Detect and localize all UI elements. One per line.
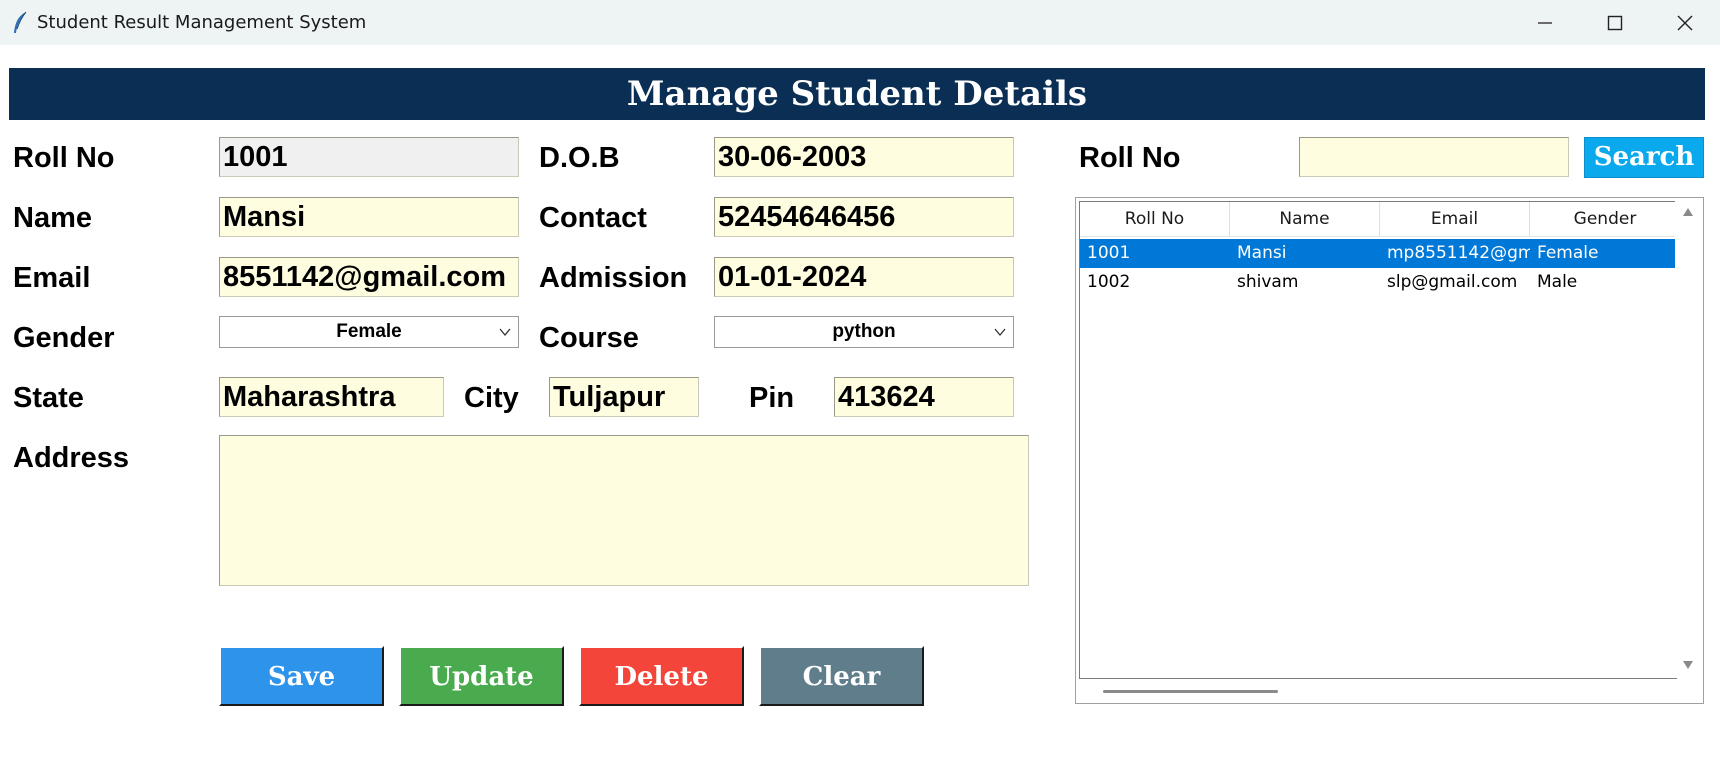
- minimize-icon: [1538, 21, 1552, 24]
- cell-email: slp@gmail.com: [1387, 272, 1518, 292]
- scroll-down-icon[interactable]: [1682, 660, 1694, 670]
- city-label: City: [464, 382, 519, 414]
- name-label: Name: [13, 202, 92, 234]
- student-table: Roll No Name Email Gender 1001 Mansi mp8…: [1079, 201, 1677, 679]
- course-select-value: python: [832, 321, 896, 342]
- gender-select-value: Female: [336, 321, 402, 342]
- table-header: Roll No Name Email Gender: [1080, 202, 1677, 237]
- scroll-up-icon[interactable]: [1682, 207, 1694, 217]
- contact-field[interactable]: 52454646456: [714, 197, 1014, 237]
- update-button[interactable]: Update: [399, 646, 564, 706]
- window-titlebar: Student Result Management System: [0, 0, 1720, 45]
- column-header-gender[interactable]: Gender: [1530, 202, 1677, 237]
- pin-field[interactable]: 413624: [834, 377, 1014, 417]
- column-header-name[interactable]: Name: [1230, 202, 1380, 237]
- city-field[interactable]: Tuljapur: [549, 377, 699, 417]
- maximize-button[interactable]: [1580, 0, 1650, 45]
- name-field[interactable]: Mansi: [219, 197, 519, 237]
- gender-select[interactable]: Female: [219, 316, 519, 348]
- cell-name: Mansi: [1237, 243, 1287, 263]
- email-label: Email: [13, 262, 91, 294]
- admission-field[interactable]: 01-01-2024: [714, 257, 1014, 297]
- chevron-down-icon: [994, 328, 1006, 337]
- table-row[interactable]: 1001 Mansi mp8551142@gmail.com Female: [1080, 239, 1677, 268]
- delete-button[interactable]: Delete: [579, 646, 744, 706]
- search-button[interactable]: Search: [1584, 137, 1704, 178]
- address-textarea[interactable]: [219, 435, 1029, 586]
- close-icon: [1677, 15, 1693, 30]
- close-button[interactable]: [1650, 0, 1720, 45]
- cell-email: mp8551142@gmail.com: [1387, 243, 1530, 263]
- minimize-button[interactable]: [1510, 0, 1580, 45]
- chevron-down-icon: [499, 328, 511, 337]
- clear-button[interactable]: Clear: [759, 646, 924, 706]
- column-header-email[interactable]: Email: [1380, 202, 1530, 237]
- column-header-rollno[interactable]: Roll No: [1080, 202, 1230, 237]
- state-field[interactable]: Maharashtra: [219, 377, 444, 417]
- cell-gender: Male: [1537, 272, 1578, 292]
- maximize-icon: [1607, 15, 1623, 30]
- search-rollno-label: Roll No: [1079, 142, 1181, 174]
- dob-field[interactable]: 30-06-2003: [714, 137, 1014, 177]
- admission-label: Admission: [539, 262, 688, 294]
- dob-label: D.O.B: [539, 142, 620, 174]
- horizontal-scrollbar[interactable]: [1078, 681, 1676, 701]
- save-button[interactable]: Save: [219, 646, 384, 706]
- page-title: Manage Student Details: [9, 68, 1705, 120]
- feather-icon: [14, 11, 27, 33]
- cell-name: shivam: [1237, 272, 1299, 292]
- course-label: Course: [539, 322, 639, 354]
- cell-rollno: 1001: [1087, 243, 1131, 263]
- horizontal-scroll-thumb[interactable]: [1103, 690, 1278, 693]
- contact-label: Contact: [539, 202, 647, 234]
- course-select[interactable]: python: [714, 316, 1014, 348]
- search-input[interactable]: [1299, 137, 1569, 177]
- vertical-scrollbar[interactable]: [1675, 200, 1701, 678]
- table-row[interactable]: 1002 shivam slp@gmail.com Male: [1080, 268, 1677, 297]
- cell-rollno: 1002: [1087, 272, 1131, 292]
- gender-label: Gender: [13, 322, 115, 354]
- cell-gender: Female: [1537, 243, 1599, 263]
- window-title: Student Result Management System: [37, 12, 367, 33]
- student-table-frame: Roll No Name Email Gender 1001 Mansi mp8…: [1075, 197, 1704, 704]
- email-field[interactable]: 8551142@gmail.com: [219, 257, 519, 297]
- rollno-label: Roll No: [13, 142, 115, 174]
- pin-label: Pin: [749, 382, 795, 414]
- address-label: Address: [13, 442, 130, 474]
- state-label: State: [13, 382, 84, 414]
- rollno-field[interactable]: 1001: [219, 137, 519, 177]
